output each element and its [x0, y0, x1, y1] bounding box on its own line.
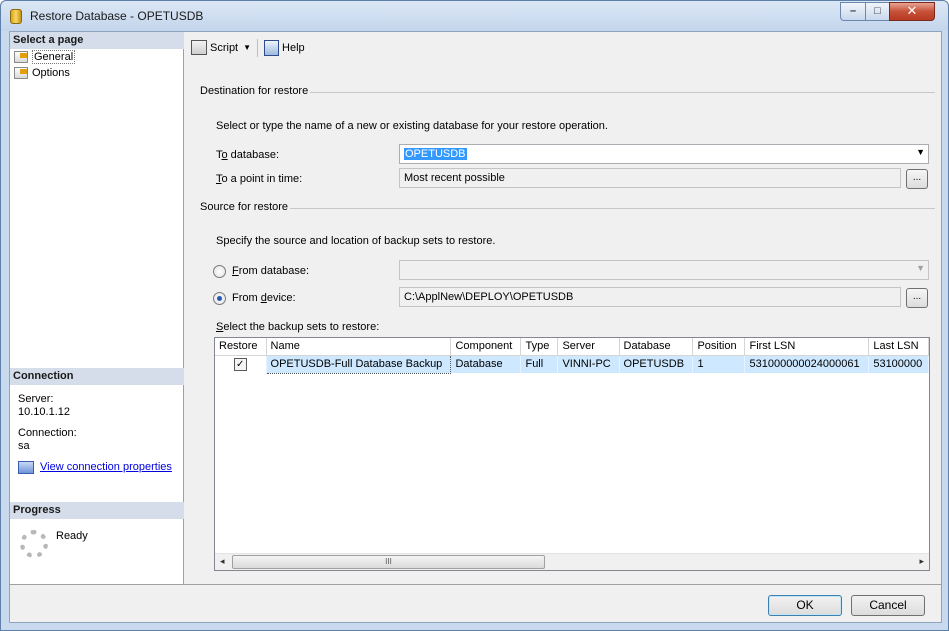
point-in-time-browse-button[interactable]: ...	[906, 169, 928, 189]
from-database-combobox[interactable]: ▼	[399, 260, 929, 280]
script-button[interactable]: Script ▼	[191, 40, 251, 55]
cancel-button[interactable]: Cancel	[851, 595, 925, 616]
source-instruction: Specify the source and location of backu…	[216, 235, 496, 247]
title-bar: Restore Database - OPETUSDB – □ ✕	[1, 1, 948, 31]
from-device-value: C:\ApplNew\DEPLOY\OPETUSDB	[404, 291, 574, 303]
column-header-server[interactable]: Server	[557, 338, 620, 356]
from-device-radio[interactable]	[213, 292, 226, 305]
chevron-down-icon[interactable]: ▼	[243, 43, 251, 52]
column-header-type[interactable]: Type	[520, 338, 559, 356]
point-in-time-value: Most recent possible	[404, 172, 505, 184]
help-icon	[264, 39, 280, 56]
column-header-database[interactable]: Database	[619, 338, 694, 356]
progress-header: Progress	[10, 502, 184, 519]
backup-sets-table: Restore Name Component Type Server Datab…	[215, 338, 929, 374]
maximize-icon: □	[874, 5, 881, 17]
dialog-client-area: Select a page General Options Connection…	[9, 31, 942, 623]
from-device-field: C:\ApplNew\DEPLOY\OPETUSDB	[399, 287, 901, 307]
database-cell: OPETUSDB	[619, 355, 694, 373]
server-cell: VINNI-PC	[557, 355, 620, 373]
close-button[interactable]: ✕	[889, 2, 935, 21]
server-label: Server:	[18, 393, 54, 405]
column-header-restore[interactable]: Restore	[215, 338, 267, 356]
restore-checkbox[interactable]: ✓	[233, 357, 247, 371]
table-header-row: Restore Name Component Type Server Datab…	[215, 338, 929, 356]
connection-label: Connection:	[18, 427, 77, 439]
minimize-icon: –	[849, 5, 857, 17]
view-connection-properties-link[interactable]: View connection properties	[40, 461, 172, 474]
point-in-time-field: Most recent possible	[399, 168, 901, 188]
group-divider	[290, 208, 935, 209]
ok-button[interactable]: OK	[768, 595, 842, 616]
left-pane: Select a page General Options Connection…	[10, 32, 184, 584]
minimize-button[interactable]: –	[840, 2, 866, 21]
help-button[interactable]: Help	[264, 39, 305, 56]
first-lsn-cell: 531000000024000061	[744, 355, 870, 373]
to-database-label: To database:	[216, 149, 279, 161]
select-page-header: Select a page	[10, 32, 184, 49]
horizontal-scrollbar[interactable]: ◂ III ▸	[215, 553, 929, 570]
name-cell: OPETUSDB-Full Database Backup	[265, 354, 452, 374]
toolbar: Script ▼ Help	[185, 32, 942, 63]
component-cell: Database	[450, 355, 522, 373]
connection-section: Connection Server: 10.10.1.12 Connection…	[10, 368, 184, 482]
column-header-last-lsn[interactable]: Last LSN	[868, 338, 929, 356]
restore-cell: ✓	[215, 355, 267, 373]
scroll-left-icon[interactable]: ◂	[220, 556, 225, 567]
page-item-label: General	[32, 50, 76, 64]
page-icon	[14, 51, 28, 63]
maximize-button[interactable]: □	[865, 2, 890, 21]
from-database-label: From database:	[232, 265, 310, 277]
table-row[interactable]: ✓ OPETUSDB-Full Database Backup Database…	[215, 354, 929, 374]
point-in-time-label: To a point in time:	[216, 173, 303, 185]
page-icon	[14, 67, 28, 79]
last-lsn-cell: 53100000	[868, 355, 929, 373]
connection-properties-icon	[18, 461, 34, 474]
group-divider	[310, 92, 935, 93]
destination-instruction: Select or type the name of a new or exis…	[216, 120, 608, 132]
from-device-browse-button[interactable]: ...	[906, 288, 928, 308]
page-item-options[interactable]: Options	[10, 65, 184, 81]
chevron-down-icon[interactable]: ▼	[916, 147, 925, 157]
column-header-name[interactable]: Name	[266, 338, 452, 356]
script-label: Script	[210, 41, 239, 54]
page-item-label: Options	[32, 67, 70, 79]
to-database-combobox[interactable]: OPETUSDB ▼	[399, 144, 929, 164]
scrollbar-thumb[interactable]: III	[232, 555, 545, 569]
from-device-label: From device:	[232, 292, 296, 304]
scroll-right-icon[interactable]: ▸	[919, 556, 924, 567]
progress-section: Progress Ready	[10, 502, 184, 558]
close-icon: ✕	[906, 3, 918, 18]
page-selector: Select a page General Options	[10, 32, 184, 81]
toolbar-separator	[257, 38, 259, 57]
backup-sets-grid[interactable]: Restore Name Component Type Server Datab…	[214, 337, 930, 571]
source-group-title: Source for restore	[200, 201, 289, 213]
type-cell: Full	[520, 355, 559, 373]
column-header-position[interactable]: Position	[692, 338, 746, 356]
database-icon	[10, 9, 22, 24]
restore-database-window: Restore Database - OPETUSDB – □ ✕ Select…	[0, 0, 949, 631]
position-cell: 1	[692, 355, 746, 373]
dialog-footer: OK Cancel	[10, 584, 941, 622]
to-database-value: OPETUSDB	[404, 148, 467, 160]
page-item-general[interactable]: General	[10, 49, 184, 65]
progress-status: Ready	[56, 530, 88, 542]
backup-sets-label: Select the backup sets to restore:	[216, 321, 380, 333]
window-title: Restore Database - OPETUSDB	[30, 9, 204, 23]
from-database-radio[interactable]	[213, 265, 226, 278]
connection-value: sa	[18, 440, 30, 452]
column-header-component[interactable]: Component	[450, 338, 522, 356]
progress-spinner-icon	[20, 530, 48, 558]
script-icon	[191, 40, 207, 55]
server-value: 10.10.1.12	[18, 406, 70, 418]
connection-header: Connection	[10, 368, 184, 385]
help-label: Help	[282, 41, 305, 54]
destination-group-title: Destination for restore	[200, 85, 309, 97]
column-header-first-lsn[interactable]: First LSN	[744, 338, 870, 356]
chevron-down-icon[interactable]: ▼	[916, 263, 925, 273]
